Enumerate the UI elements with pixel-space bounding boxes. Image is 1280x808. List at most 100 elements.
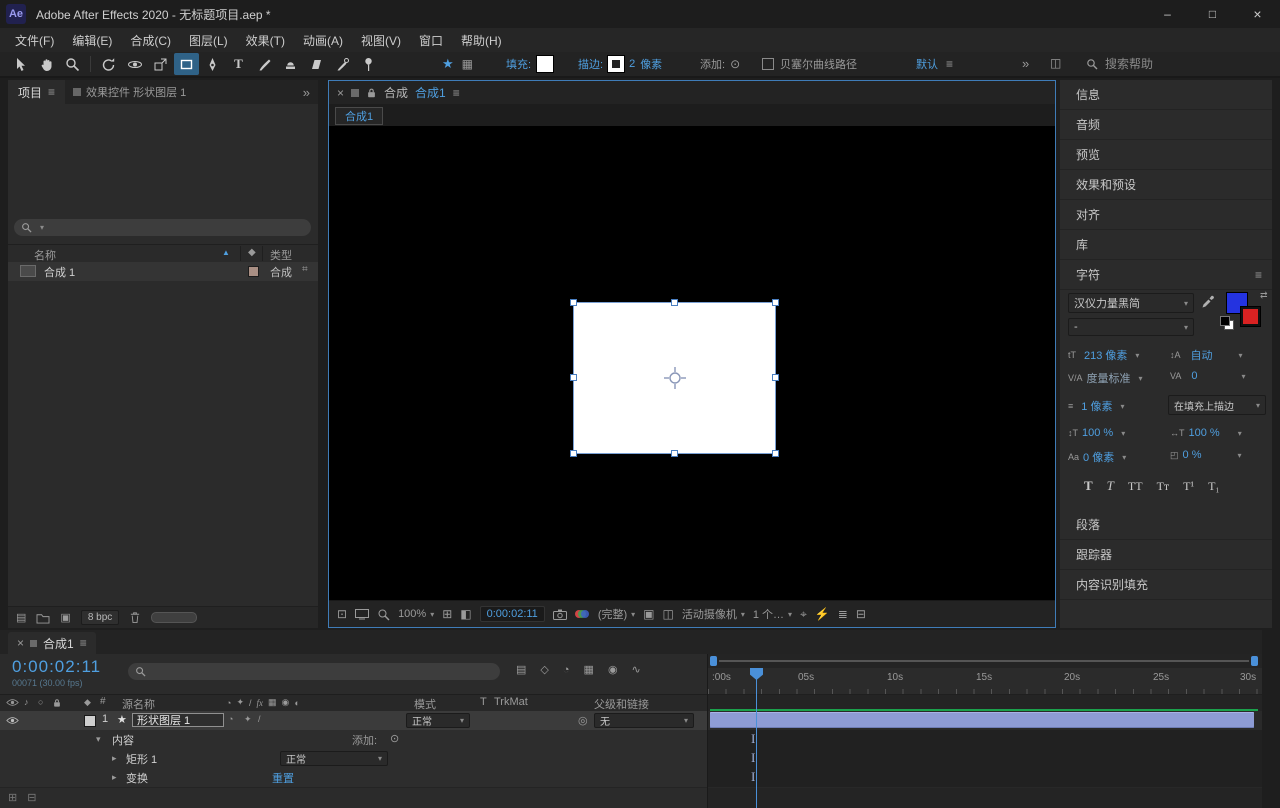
toolbar-overflow[interactable]: » xyxy=(1022,56,1029,71)
handle-mid-right[interactable] xyxy=(772,374,779,381)
interpret-footage-icon[interactable]: ▤ xyxy=(16,611,26,624)
layer-parent-select[interactable]: 无 ▾ xyxy=(594,713,694,728)
view-layout-select[interactable]: 1 个… ▾ xyxy=(753,606,792,622)
handle-top-left[interactable] xyxy=(570,299,577,306)
eyedropper-icon[interactable] xyxy=(1201,295,1215,309)
rect-group-row[interactable]: ▸ 矩形 1 正常 ▾ xyxy=(0,749,707,769)
always-preview-icon[interactable]: ⊡ xyxy=(337,607,347,621)
stroke-label[interactable]: 描边: xyxy=(578,56,603,72)
project-search-box[interactable]: ▾ xyxy=(14,219,311,236)
pixel-aspect-icon[interactable]: ⌖ xyxy=(800,607,807,622)
zoom-select[interactable]: 100% ▾ xyxy=(398,608,434,620)
resolution-select[interactable]: (完整) ▾ xyxy=(598,606,635,622)
expand-layers-icon[interactable]: ⊞ xyxy=(8,791,17,804)
composition-shape[interactable] xyxy=(570,299,779,457)
timeline-button-icon[interactable]: ≣ xyxy=(838,607,848,621)
trash-icon[interactable] xyxy=(129,611,141,624)
vertical-scale-control[interactable]: ↕T 100 % ▾ xyxy=(1068,427,1125,439)
all-caps-button[interactable]: TT xyxy=(1128,479,1143,494)
camera-tool[interactable] xyxy=(122,53,147,75)
show-channel-icon[interactable] xyxy=(574,608,590,620)
contents-label[interactable]: 内容 xyxy=(112,732,134,748)
roto-brush-tool[interactable] xyxy=(330,53,355,75)
collapse-layers-icon[interactable]: ⊟ xyxy=(27,791,36,804)
region-of-interest-icon[interactable]: ▣ xyxy=(643,607,654,621)
font-family-select[interactable]: 汉仪力量黑简 ▾ xyxy=(1068,293,1194,313)
label-column-icon[interactable]: ◆ xyxy=(248,247,256,258)
panel-header-effects-presets[interactable]: 效果和预设 xyxy=(1060,170,1272,200)
magnification-glass-icon[interactable] xyxy=(377,608,390,621)
camera-select[interactable]: 活动摄像机 ▾ xyxy=(682,606,745,622)
rotate-tool[interactable] xyxy=(96,53,121,75)
handle-bottom-center[interactable] xyxy=(671,450,678,457)
panel-header-info[interactable]: 信息 xyxy=(1060,80,1272,110)
workspace-bar-icon[interactable]: ◫ xyxy=(1050,56,1061,70)
motion-blur-column-icon[interactable]: ◉ xyxy=(282,697,290,708)
current-timecode[interactable]: 0:00:02:11 xyxy=(12,657,101,677)
tracking-control[interactable]: VA 0 ▾ xyxy=(1170,370,1245,382)
layer-duration-bar[interactable] xyxy=(710,712,1254,728)
time-ruler[interactable]: :00s 05s 10s 15s 20s 25s 30s xyxy=(708,668,1262,695)
maximize-button[interactable]: □ xyxy=(1190,0,1235,28)
close-tab-icon[interactable]: × xyxy=(337,86,344,100)
rectangle-tool[interactable] xyxy=(174,53,199,75)
panel-header-align[interactable]: 对齐 xyxy=(1060,200,1272,230)
comp-viewer[interactable] xyxy=(329,126,1055,600)
frame-blend-icon[interactable]: ▦ xyxy=(584,663,594,676)
layer-row[interactable]: 1 ★ 形状图层 1 ◔ ✦ / 正常 ▾ ◎ 无 ▾ xyxy=(0,711,707,731)
subscript-button[interactable]: T₁ xyxy=(1208,479,1220,494)
trkmat-t-column[interactable]: T xyxy=(480,696,487,708)
panel-header-tracker[interactable]: 跟踪器 xyxy=(1060,540,1272,570)
menu-file[interactable]: 文件(F) xyxy=(6,32,63,49)
current-time-indicator-line[interactable] xyxy=(756,668,757,808)
panel-header-libraries[interactable]: 库 xyxy=(1060,230,1272,260)
panel-menu-icon[interactable]: ≡ xyxy=(48,85,55,99)
kerning-value[interactable]: 度量标准 xyxy=(1087,370,1131,386)
timeline-navigator[interactable] xyxy=(710,656,1258,666)
swap-colors-icon[interactable]: ⇄ xyxy=(1260,290,1268,301)
tsume-control[interactable]: ◰ 0 % ▾ xyxy=(1170,449,1242,461)
leading-value[interactable]: 自动 xyxy=(1191,347,1213,363)
comp-tab-name[interactable]: 合成1 xyxy=(415,84,446,101)
flowchart-button-icon[interactable]: ⊟ xyxy=(856,607,866,621)
panel-menu-icon[interactable]: ≡ xyxy=(80,636,87,650)
tab-effect-controls[interactable]: 效果控件 形状图层 1 xyxy=(65,84,194,100)
contents-row[interactable]: ▾ 内容 添加: ⊙ xyxy=(0,730,707,750)
menu-window[interactable]: 窗口 xyxy=(410,32,452,49)
handle-top-right[interactable] xyxy=(772,299,779,306)
new-composition-icon[interactable]: ▣ xyxy=(60,611,70,624)
small-caps-button[interactable]: Tᴛ xyxy=(1157,479,1170,494)
timeline-tab[interactable]: × 合成1 ≡ xyxy=(8,632,96,654)
fast-previews-icon[interactable]: ⚡ xyxy=(815,607,830,621)
pen-tool[interactable] xyxy=(200,53,225,75)
puppet-pin-tool[interactable] xyxy=(356,53,381,75)
rect-mode-select[interactable]: 正常 ▾ xyxy=(280,751,388,766)
expander-icon[interactable]: ▸ xyxy=(112,772,117,783)
project-tab-overflow[interactable]: » xyxy=(295,85,318,100)
parent-pickwhip-icon[interactable]: ◎ xyxy=(578,714,588,727)
frame-blend-column-icon[interactable]: ▦ xyxy=(268,697,277,708)
layer-shy-toggle[interactable]: ◔ xyxy=(228,714,233,724)
quality-column-icon[interactable]: / xyxy=(249,698,252,708)
viewer-tab[interactable]: 合成1 xyxy=(335,107,384,125)
tab-project[interactable]: 项目 ≡ xyxy=(8,80,66,104)
add-shape-icon[interactable]: ⊙ xyxy=(390,732,399,745)
help-search-input[interactable] xyxy=(1103,56,1187,72)
transparency-grid-icon[interactable]: ◫ xyxy=(663,607,674,621)
number-column[interactable]: # xyxy=(100,696,106,707)
hand-tool[interactable] xyxy=(34,53,59,75)
text-stroke-color-swatch[interactable] xyxy=(1240,306,1261,327)
video-preview-monitor-icon[interactable] xyxy=(355,608,370,620)
adjustment-column-icon[interactable]: ◐ xyxy=(294,698,299,708)
stroke-width-value[interactable]: 2 xyxy=(629,58,635,70)
stroke-swatch[interactable] xyxy=(607,55,626,73)
eye-column-icon[interactable] xyxy=(6,698,19,707)
bezier-path-checkbox[interactable] xyxy=(762,58,774,70)
workspace-menu-icon[interactable]: ≡ xyxy=(946,57,953,71)
panel-header-audio[interactable]: 音频 xyxy=(1060,110,1272,140)
baseline-shift-control[interactable]: Aa 0 像素 ▾ xyxy=(1068,449,1126,465)
item-usage-icon[interactable]: ⌗ xyxy=(302,264,308,275)
panel-header-preview[interactable]: 预览 xyxy=(1060,140,1272,170)
zoom-tool[interactable] xyxy=(60,53,85,75)
navigator-start-handle[interactable] xyxy=(710,656,717,666)
